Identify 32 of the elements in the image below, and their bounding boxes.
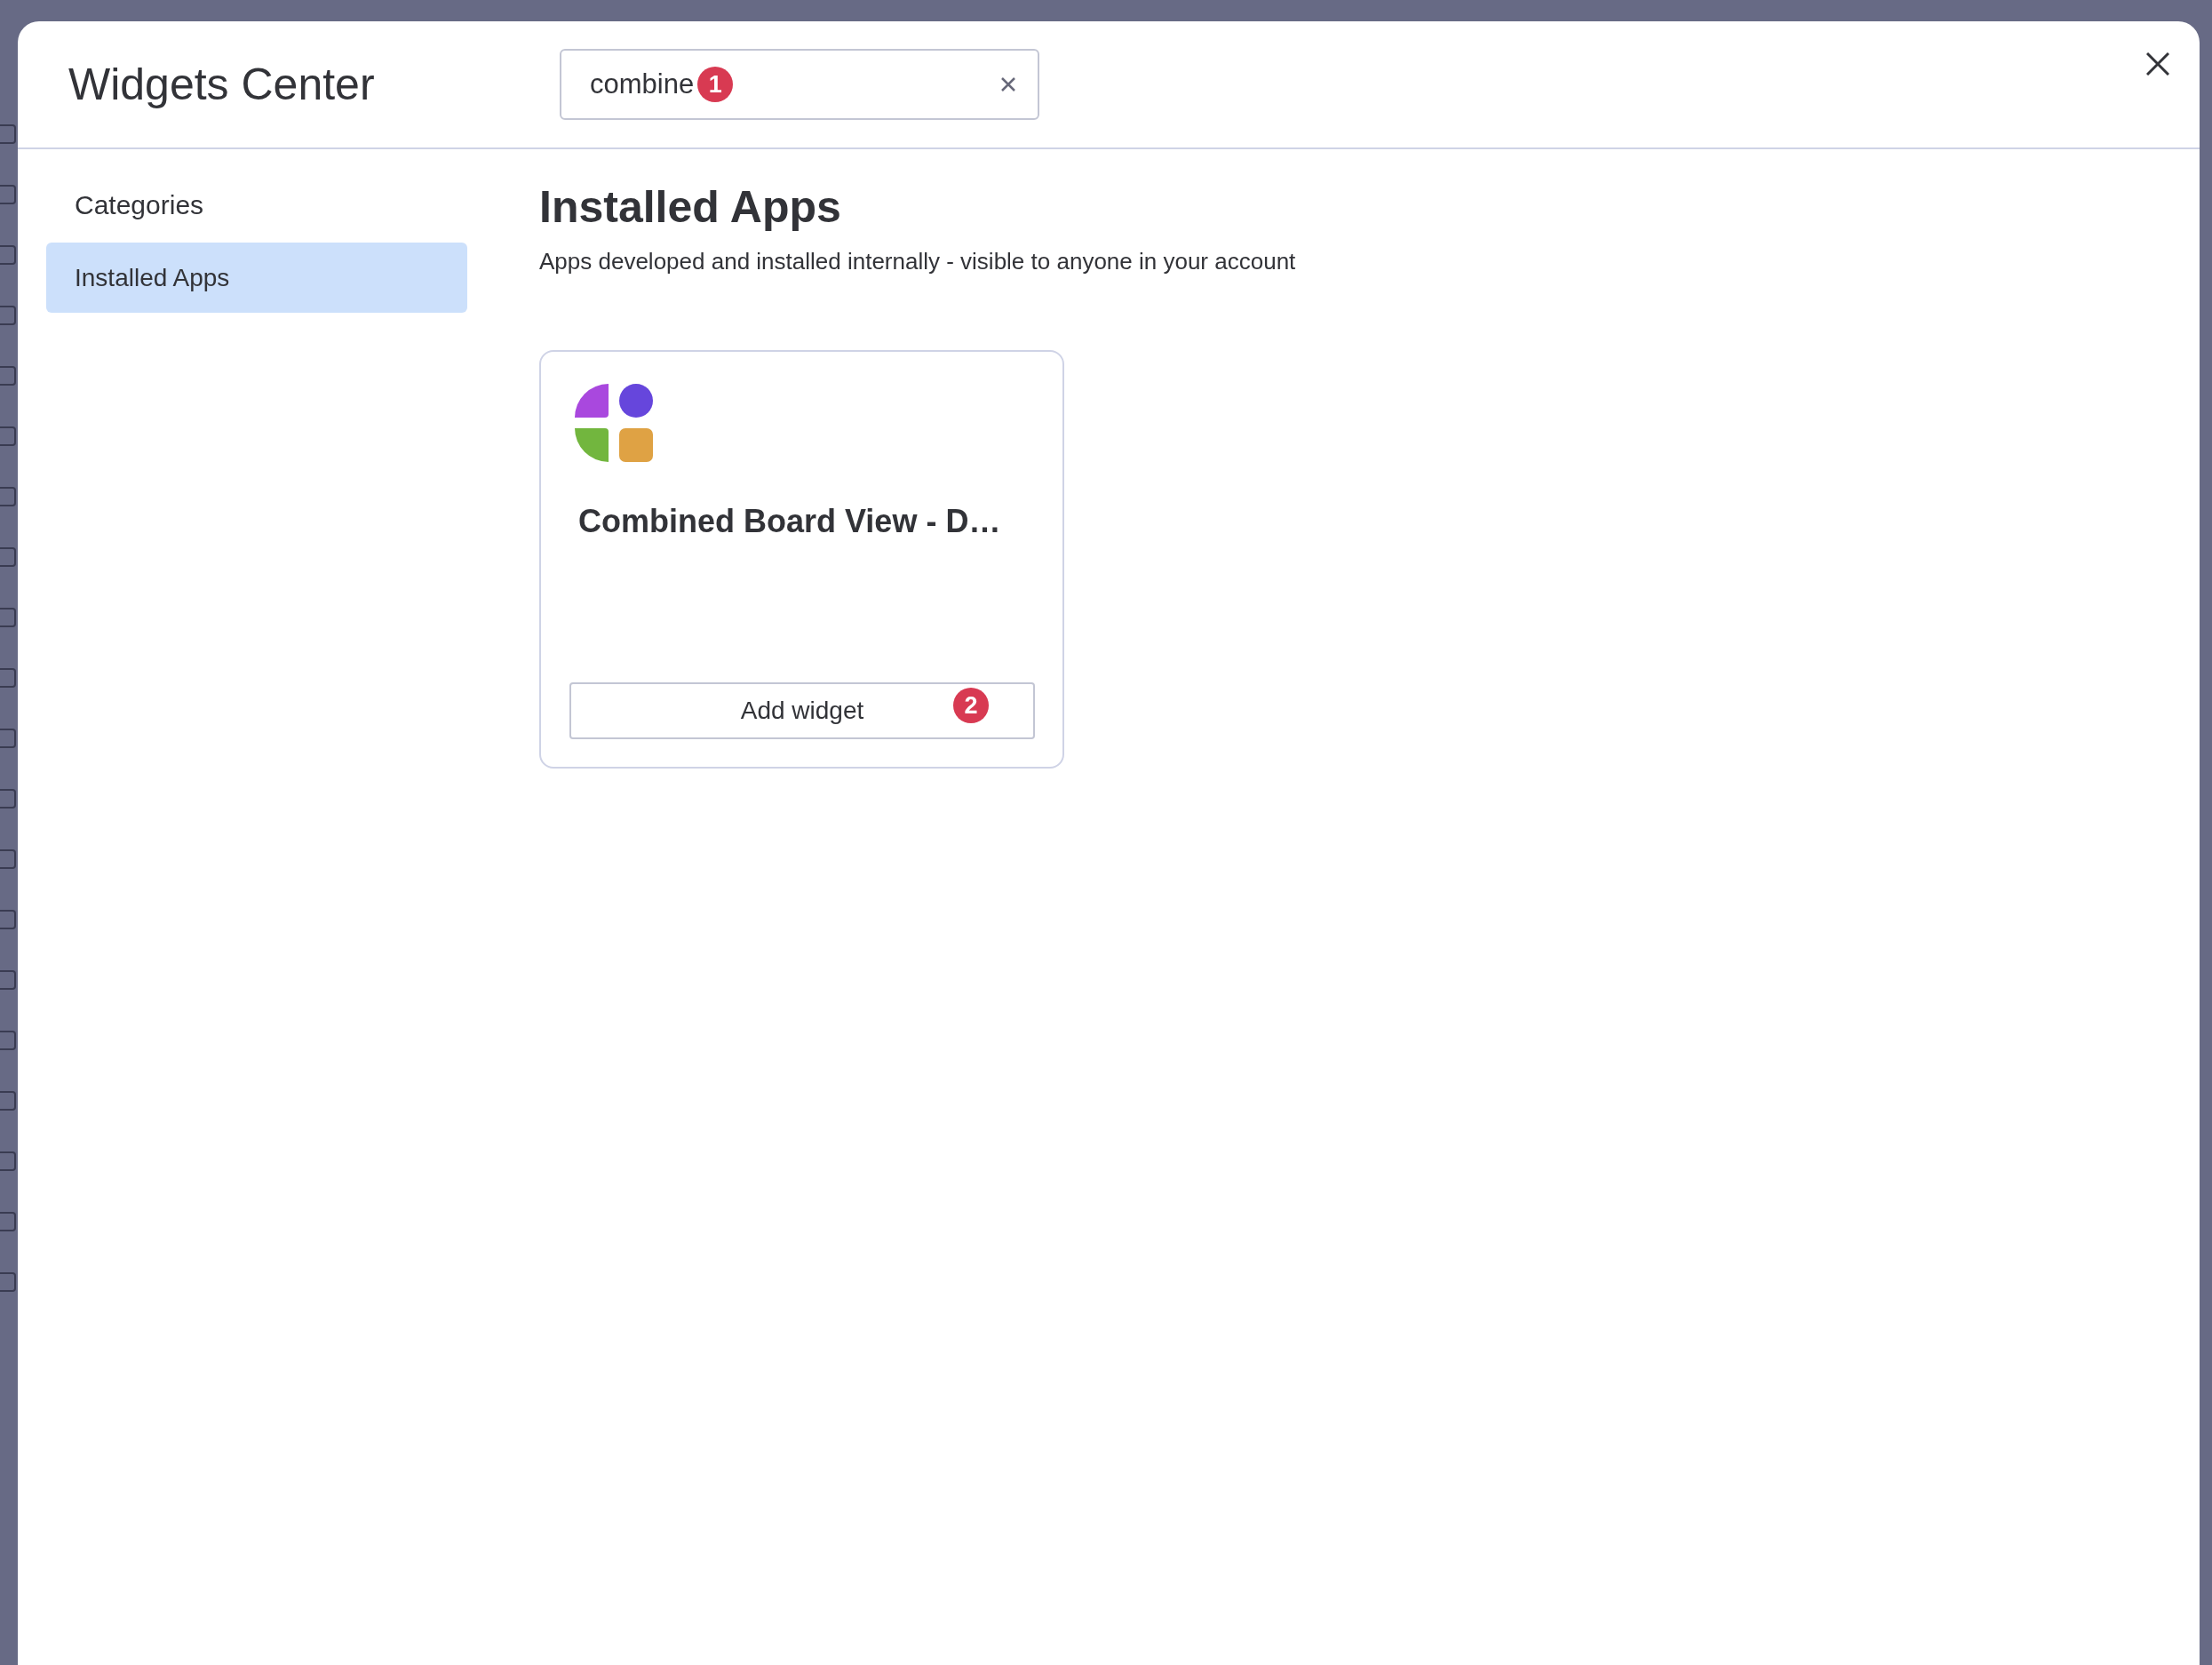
sidebar-icon[interactable] xyxy=(0,547,16,567)
sidebar-icon[interactable] xyxy=(0,970,16,990)
sidebar-icon[interactable] xyxy=(0,1151,16,1171)
app-logo-icon xyxy=(575,384,653,462)
sidebar-icon[interactable] xyxy=(0,1272,16,1292)
search-field[interactable]: combine 1 xyxy=(560,49,1039,120)
sidebar-icon[interactable] xyxy=(0,124,16,144)
step-marker: 1 xyxy=(697,67,734,102)
sidebar-icon[interactable] xyxy=(0,789,16,809)
app-name: Combined Board View - D… xyxy=(578,502,1002,541)
clear-icon[interactable] xyxy=(1000,76,1016,92)
sidebar-icon[interactable] xyxy=(0,487,16,506)
sidebar-icon[interactable] xyxy=(0,245,16,265)
section-title: Installed Apps xyxy=(539,183,842,232)
sidebar-icon[interactable] xyxy=(0,729,16,748)
search-value: combine xyxy=(590,67,695,101)
sidebar-icon[interactable] xyxy=(0,185,16,204)
sidebar-icon[interactable] xyxy=(0,608,16,627)
sidebar-icon[interactable] xyxy=(0,306,16,325)
close-icon[interactable] xyxy=(2146,52,2169,76)
sidebar-heading: Categories xyxy=(74,189,205,221)
category-item[interactable]: Installed Apps xyxy=(46,243,467,313)
sidebar-icon[interactable] xyxy=(0,849,16,869)
sidebar-icon[interactable] xyxy=(0,910,16,929)
section-description: Apps developed and installed internally - visible to anyone in your account xyxy=(539,247,1297,276)
sidebar-icon[interactable] xyxy=(0,1031,16,1050)
sidebar-icon[interactable] xyxy=(0,1091,16,1111)
sidebar-icon[interactable] xyxy=(0,366,16,386)
dialog-title: Widgets Center xyxy=(68,58,376,111)
sidebar-icon[interactable] xyxy=(0,426,16,446)
sidebar-icon[interactable] xyxy=(0,668,16,688)
sidebar-icon[interactable] xyxy=(0,1212,16,1231)
